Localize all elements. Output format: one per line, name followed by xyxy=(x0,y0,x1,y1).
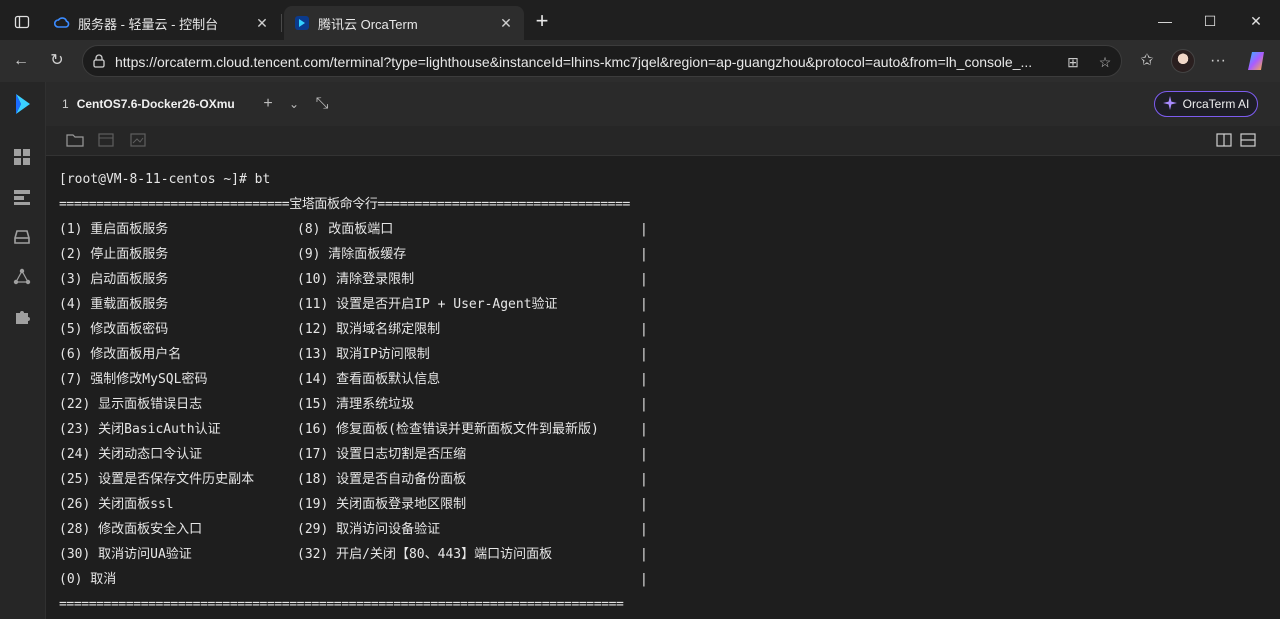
menu-option-left: (22) 显示面板错误日志 xyxy=(59,397,203,412)
browser-tab-console[interactable]: 服务器 - 轻量云 - 控制台 ✕ xyxy=(44,6,280,40)
tab-divider xyxy=(281,14,282,32)
menu-border-bar: | xyxy=(640,272,648,287)
menu-border-bar: | xyxy=(640,247,648,262)
menu-option-left: (5) 修改面板密码 xyxy=(59,322,169,337)
menu-option-left: (23) 关闭BasicAuth认证 xyxy=(59,422,221,437)
fullscreen-icon[interactable]: ⤡ xyxy=(312,94,332,114)
menu-option-left: (6) 修改面板用户名 xyxy=(59,347,182,362)
menu-border-bar: | xyxy=(640,447,648,462)
menu-option-right: (14) 查看面板默认信息 xyxy=(297,372,441,387)
menu-border-bar: | xyxy=(640,222,648,237)
favorite-star-icon[interactable]: ☆ xyxy=(1095,52,1115,72)
browser-tab-strip: 服务器 - 轻量云 - 控制台 ✕ 腾讯云 OrcaTerm ✕ + — ☐ ✕ xyxy=(0,0,1280,42)
menu-footer-rule: ========================================… xyxy=(59,597,624,612)
left-sidebar xyxy=(0,82,46,619)
browser-tab-orcaterm[interactable]: 腾讯云 OrcaTerm ✕ xyxy=(284,6,524,40)
add-session-icon[interactable]: + xyxy=(258,94,278,114)
menu-option-right: (12) 取消域名绑定限制 xyxy=(297,322,441,337)
menu-option-left: (7) 强制修改MySQL密码 xyxy=(59,372,208,387)
navigation-bar: ← ↻ https://orcaterm.cloud.tencent.com/t… xyxy=(0,40,1280,82)
app-available-icon[interactable]: ⊞ xyxy=(1063,52,1083,72)
menu-option-right: (29) 取消访问设备验证 xyxy=(297,522,441,537)
storage-icon[interactable] xyxy=(13,228,33,248)
tab-title: 腾讯云 OrcaTerm xyxy=(318,16,418,32)
url-text[interactable]: https://orcaterm.cloud.tencent.com/termi… xyxy=(115,54,1055,70)
terminal-prompt-line: [root@VM-8-11-centos ~]# bt xyxy=(59,172,271,187)
menu-option-right: (17) 设置日志切割是否压缩 xyxy=(297,447,467,462)
session-tab-index: 1 xyxy=(62,97,69,111)
snippet-icon[interactable] xyxy=(97,132,115,150)
session-tab-bar: 1 CentOS7.6-Docker26-OXmu + ⌄ ⤡ OrcaTerm… xyxy=(46,82,1280,126)
menu-option-left: (1) 重启面板服务 xyxy=(59,222,169,237)
menu-border-bar: | xyxy=(640,422,648,437)
menu-border-bar: | xyxy=(640,347,648,362)
favorites-icon[interactable]: ✩ xyxy=(1136,50,1158,72)
session-tab[interactable]: 1 CentOS7.6-Docker26-OXmu xyxy=(52,90,245,118)
copilot-icon[interactable] xyxy=(1245,49,1269,73)
menu-option-left: (3) 启动面板服务 xyxy=(59,272,169,287)
maximize-icon[interactable]: ☐ xyxy=(1195,8,1225,34)
reload-icon[interactable]: ↻ xyxy=(45,49,69,73)
terminal-toolbar xyxy=(46,126,1280,156)
menu-option-right: (13) 取消IP访问限制 xyxy=(297,347,430,362)
chevron-down-icon[interactable]: ⌄ xyxy=(284,94,304,114)
menu-option-left: (26) 关闭面板ssl xyxy=(59,497,174,512)
menu-border-bar: | xyxy=(640,522,648,537)
share-icon[interactable] xyxy=(13,268,33,288)
menu-option-right: (16) 修复面板(检查错误并更新面板文件到最新版) xyxy=(297,422,599,437)
avatar[interactable] xyxy=(1171,49,1195,73)
close-tab-icon[interactable]: ✕ xyxy=(254,15,270,31)
menu-border-bar: | xyxy=(640,372,648,387)
new-tab-button[interactable]: + xyxy=(530,10,554,34)
lock-icon[interactable] xyxy=(93,54,105,73)
split-vertical-icon[interactable] xyxy=(1216,132,1234,150)
menu-option-left: (25) 设置是否保存文件历史副本 xyxy=(59,472,255,487)
cloud-icon xyxy=(54,15,70,31)
close-tab-icon[interactable]: ✕ xyxy=(498,15,514,31)
menu-border-bar: | xyxy=(640,322,648,337)
menu-option-right: (9) 清除面板缓存 xyxy=(297,247,407,262)
server-list-icon[interactable] xyxy=(13,188,33,208)
orcaterm-ai-button[interactable]: OrcaTerm AI xyxy=(1154,91,1258,117)
orcaterm-icon xyxy=(294,15,310,31)
menu-option-left: (4) 重载面板服务 xyxy=(59,297,169,312)
menu-option-left: (30) 取消访问UA验证 xyxy=(59,547,192,562)
menu-border-bar: | xyxy=(640,472,648,487)
minimize-icon[interactable]: — xyxy=(1150,8,1180,34)
menu-option-right: (10) 清除登录限制 xyxy=(297,272,415,287)
close-window-icon[interactable]: ✕ xyxy=(1241,8,1271,34)
orcaterm-app: 1 CentOS7.6-Docker26-OXmu + ⌄ ⤡ OrcaTerm… xyxy=(0,82,1280,619)
menu-border-bar: | xyxy=(640,547,648,562)
split-horizontal-icon[interactable] xyxy=(1240,132,1258,150)
orcaterm-logo-icon[interactable] xyxy=(13,92,33,114)
menu-option-right: (19) 关闭面板登录地区限制 xyxy=(297,497,467,512)
menu-border-bar: | xyxy=(640,497,648,512)
menu-option-right: (18) 设置是否自动备份面板 xyxy=(297,472,467,487)
more-menu-icon[interactable]: ··· xyxy=(1207,50,1229,72)
dashboard-icon[interactable] xyxy=(13,148,33,168)
tab-title: 服务器 - 轻量云 - 控制台 xyxy=(78,16,219,32)
menu-border-bar: | xyxy=(640,397,648,412)
tab-actions-icon[interactable] xyxy=(8,8,36,36)
menu-border-bar: | xyxy=(640,572,648,587)
ai-sparkle-icon xyxy=(1162,95,1177,113)
menu-option-right: (11) 设置是否开启IP + User-Agent验证 xyxy=(297,297,558,312)
menu-option-right: (8) 改面板端口 xyxy=(297,222,394,237)
ai-button-label: OrcaTerm AI xyxy=(1182,97,1250,111)
menu-option-left: (24) 关闭动态口令认证 xyxy=(59,447,203,462)
menu-header-rule: ===============================宝塔面板命令行==… xyxy=(59,197,630,212)
plugin-icon[interactable] xyxy=(13,308,33,328)
menu-option-right: (32) 开启/关闭【80、443】端口访问面板 xyxy=(297,547,553,562)
back-icon[interactable]: ← xyxy=(9,49,33,73)
menu-border-bar: | xyxy=(640,297,648,312)
sftp-folder-icon[interactable] xyxy=(66,132,84,150)
menu-option-left: (0) 取消 xyxy=(59,572,117,587)
menu-option-left: (28) 修改面板安全入口 xyxy=(59,522,203,537)
terminal-output[interactable]: [root@VM-8-11-centos ~]# bt ============… xyxy=(46,156,1280,619)
address-bar[interactable]: https://orcaterm.cloud.tencent.com/termi… xyxy=(82,45,1122,77)
menu-option-left: (2) 停止面板服务 xyxy=(59,247,169,262)
session-tab-label: CentOS7.6-Docker26-OXmu xyxy=(76,97,235,111)
menu-option-right: (15) 清理系统垃圾 xyxy=(297,397,415,412)
terminal-image-icon[interactable] xyxy=(129,132,147,150)
